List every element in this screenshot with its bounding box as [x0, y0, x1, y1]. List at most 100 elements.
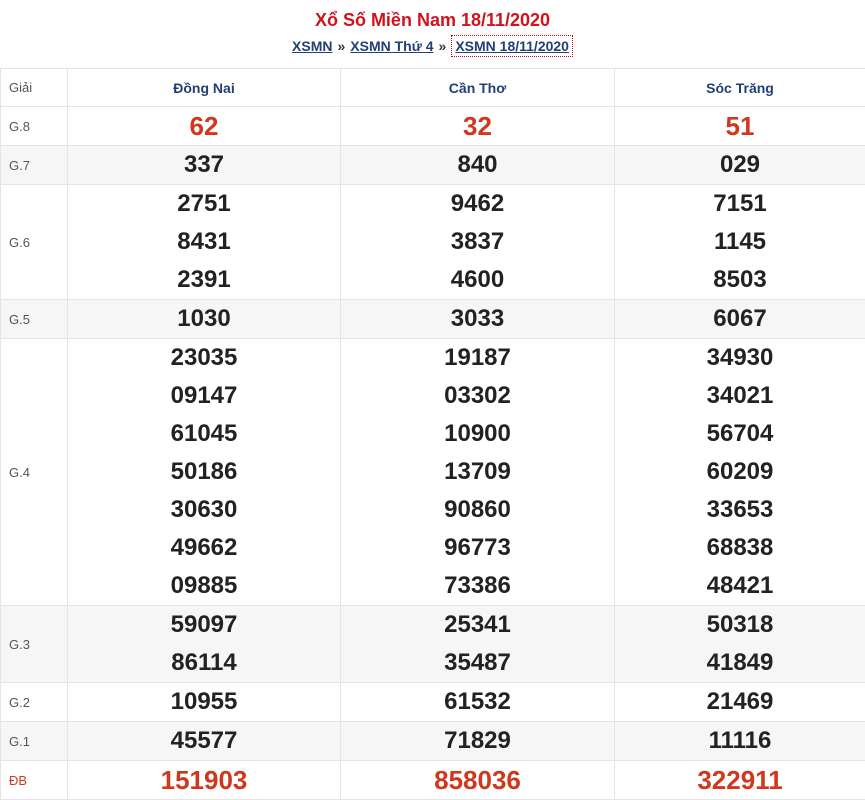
prize-number: 10955 — [68, 683, 340, 721]
prize-number: 4600 — [341, 261, 614, 299]
prize-number: 9462 — [341, 185, 614, 223]
table-header-row: Giải Đồng Nai Cần Thơ Sóc Trăng — [1, 69, 865, 107]
prize-number: 322911 — [615, 761, 865, 799]
prize-label: G.2 — [1, 683, 68, 722]
prize-cell: 946238374600 — [341, 185, 615, 300]
table-row: G.8623251 — [1, 107, 865, 146]
prize-cell: 5031841849 — [615, 606, 865, 683]
prize-cell: 1030 — [68, 300, 341, 339]
table-row: G.7337840029 — [1, 146, 865, 185]
page-title: Xổ Số Miền Nam 18/11/2020 — [0, 10, 865, 31]
prize-number: 25341 — [341, 606, 614, 644]
prize-number: 13709 — [341, 453, 614, 491]
breadcrumb-current-link[interactable]: XSMN 18/11/2020 — [451, 35, 573, 57]
prize-number: 34021 — [615, 377, 865, 415]
prize-number: 73386 — [341, 567, 614, 605]
prize-number: 10900 — [341, 415, 614, 453]
prize-label: G.8 — [1, 107, 68, 146]
prize-number: 19187 — [341, 339, 614, 377]
prize-cell: 10955 — [68, 683, 341, 722]
prize-number: 8503 — [615, 261, 865, 299]
prize-label: G.1 — [1, 722, 68, 761]
prize-cell: 62 — [68, 107, 341, 146]
prize-number: 49662 — [68, 529, 340, 567]
prize-cell: 23035091476104550186306304966209885 — [68, 339, 341, 606]
table-row: G.1455777182911116 — [1, 722, 865, 761]
results-table: Giải Đồng Nai Cần Thơ Sóc Trăng G.862325… — [0, 68, 865, 800]
breadcrumb-xsmn-thu4-link[interactable]: XSMN Thứ 4 — [350, 38, 433, 54]
prize-number: 48421 — [615, 567, 865, 605]
prize-label: G.3 — [1, 606, 68, 683]
prize-number: 2751 — [68, 185, 340, 223]
prize-number: 59097 — [68, 606, 340, 644]
prize-number: 3837 — [341, 223, 614, 261]
prize-number: 61045 — [68, 415, 340, 453]
prize-cell: 19187033021090013709908609677373386 — [341, 339, 615, 606]
prize-cell: 6067 — [615, 300, 865, 339]
prize-cell: 275184312391 — [68, 185, 341, 300]
prize-number: 86114 — [68, 644, 340, 682]
prize-number: 1030 — [68, 300, 340, 338]
prize-number: 61532 — [341, 683, 614, 721]
province-header-dong-nai: Đồng Nai — [68, 69, 341, 107]
prize-number: 337 — [68, 146, 340, 184]
prize-cell: 61532 — [341, 683, 615, 722]
table-row: G.6275184312391946238374600715111458503 — [1, 185, 865, 300]
prize-number: 09885 — [68, 567, 340, 605]
prize-cell: 34930340215670460209336536883848421 — [615, 339, 865, 606]
prize-number: 21469 — [615, 683, 865, 721]
prize-label: G.5 — [1, 300, 68, 339]
prize-number: 11116 — [615, 722, 865, 760]
prize-cell: 3033 — [341, 300, 615, 339]
prize-number: 32 — [341, 107, 614, 145]
prize-column-header: Giải — [1, 69, 68, 107]
prize-number: 62 — [68, 107, 340, 145]
prize-number: 30630 — [68, 491, 340, 529]
prize-number: 7151 — [615, 185, 865, 223]
province-header-soc-trang: Sóc Trăng — [615, 69, 865, 107]
prize-number: 151903 — [68, 761, 340, 799]
prize-cell: 32 — [341, 107, 615, 146]
breadcrumb-separator: » — [337, 38, 345, 54]
prize-number: 858036 — [341, 761, 614, 799]
table-row: G.5103030336067 — [1, 300, 865, 339]
prize-cell: 71829 — [341, 722, 615, 761]
prize-number: 6067 — [615, 300, 865, 338]
prize-number: 68838 — [615, 529, 865, 567]
prize-number: 60209 — [615, 453, 865, 491]
prize-number: 41849 — [615, 644, 865, 682]
breadcrumb: XSMN»XSMN Thứ 4»XSMN 18/11/2020 — [0, 38, 865, 54]
prize-label: G.4 — [1, 339, 68, 606]
prize-number: 2391 — [68, 261, 340, 299]
prize-number: 51 — [615, 107, 865, 145]
prize-cell: 715111458503 — [615, 185, 865, 300]
breadcrumb-xsmn-link[interactable]: XSMN — [292, 38, 332, 54]
prize-number: 56704 — [615, 415, 865, 453]
prize-label: G.7 — [1, 146, 68, 185]
prize-number: 23035 — [68, 339, 340, 377]
prize-number: 029 — [615, 146, 865, 184]
prize-cell: 337 — [68, 146, 341, 185]
prize-number: 71829 — [341, 722, 614, 760]
prize-number: 45577 — [68, 722, 340, 760]
prize-cell: 2534135487 — [341, 606, 615, 683]
prize-number: 35487 — [341, 644, 614, 682]
prize-number: 90860 — [341, 491, 614, 529]
prize-number: 3033 — [341, 300, 614, 338]
prize-number: 34930 — [615, 339, 865, 377]
breadcrumb-separator: » — [439, 38, 447, 54]
prize-cell: 840 — [341, 146, 615, 185]
province-header-can-tho: Cần Thơ — [341, 69, 615, 107]
prize-cell: 11116 — [615, 722, 865, 761]
prize-number: 50186 — [68, 453, 340, 491]
prize-number: 09147 — [68, 377, 340, 415]
table-row: G.3590978611425341354875031841849 — [1, 606, 865, 683]
prize-number: 33653 — [615, 491, 865, 529]
prize-number: 8431 — [68, 223, 340, 261]
prize-number: 03302 — [341, 377, 614, 415]
prize-cell: 029 — [615, 146, 865, 185]
prize-cell: 21469 — [615, 683, 865, 722]
prize-number: 50318 — [615, 606, 865, 644]
page-header: Xổ Số Miền Nam 18/11/2020 XSMN » XSMN Thứ … — [0, 0, 865, 68]
table-row: G.42303509147610455018630630496620988519… — [1, 339, 865, 606]
